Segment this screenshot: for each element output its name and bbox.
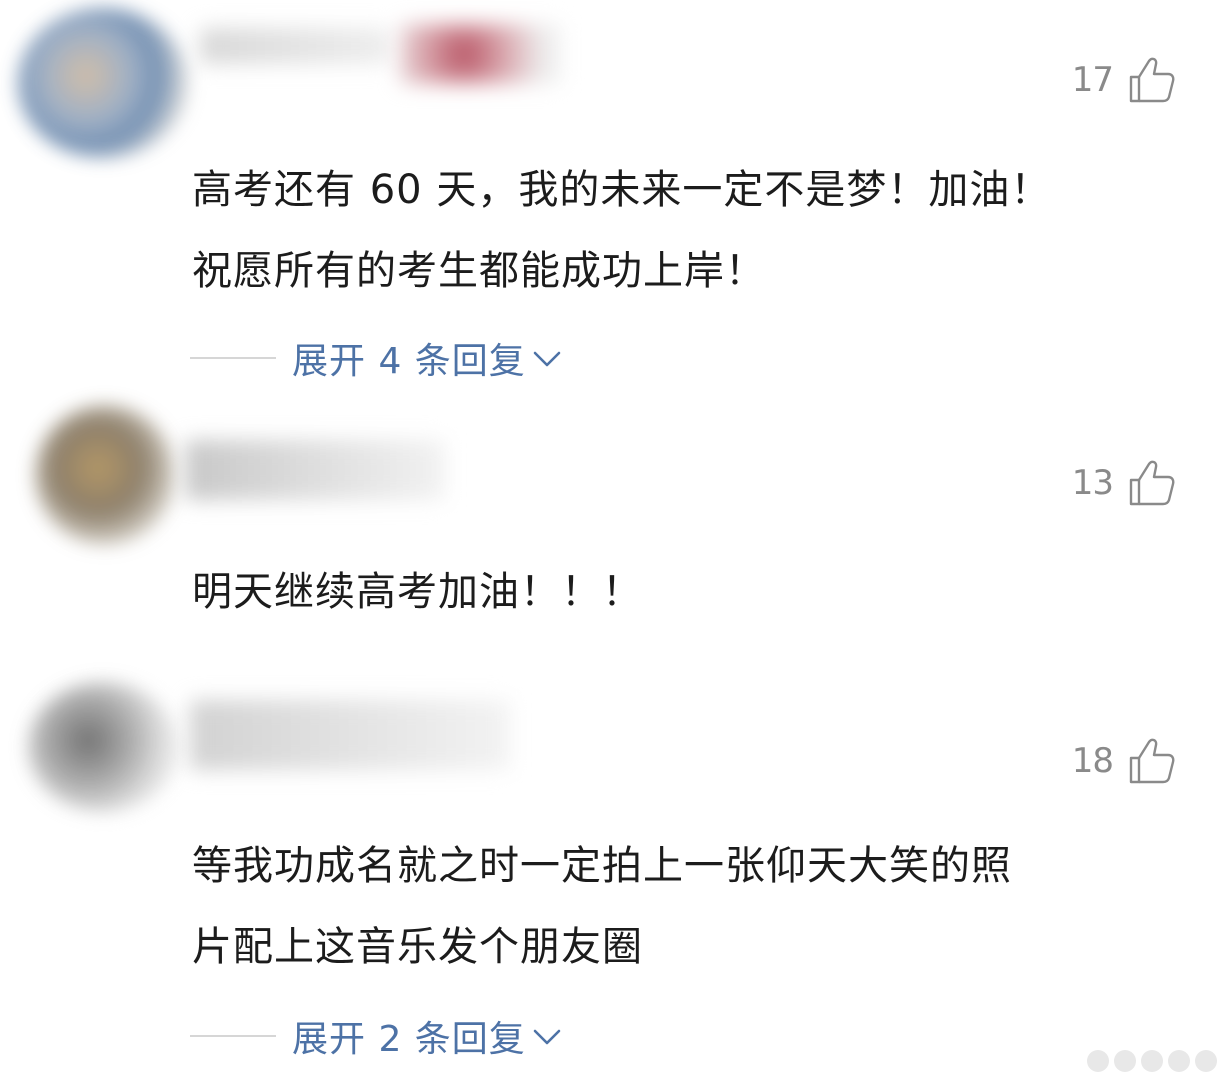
watermark-dot: [1195, 1050, 1217, 1072]
username-blurred[interactable]: [190, 700, 510, 770]
expand-replies-label: 展开 2 条回复: [292, 1019, 526, 1060]
username-badge-blurred: [400, 24, 560, 84]
comment-text-line: 祝愿所有的考生都能成功上岸！: [192, 248, 766, 294]
avatar[interactable]: [35, 405, 175, 545]
like-count: 13: [1071, 463, 1114, 503]
username-blurred[interactable]: [200, 28, 390, 64]
watermark-dot: [1168, 1050, 1190, 1072]
avatar[interactable]: [18, 8, 188, 158]
expand-replies-button[interactable]: 展开 4 条回复: [190, 332, 564, 384]
avatar[interactable]: [28, 682, 178, 812]
expand-replies-label: 展开 4 条回复: [292, 341, 526, 382]
like-count: 18: [1071, 741, 1114, 781]
thumbs-up-icon[interactable]: [1127, 55, 1177, 105]
like-area[interactable]: 17: [1072, 55, 1177, 105]
comment-text-line: 等我功成名就之时一定拍上一张仰天大笑的照: [192, 843, 1012, 889]
like-area[interactable]: 18: [1072, 736, 1177, 786]
thumbs-up-icon[interactable]: [1127, 458, 1177, 508]
divider-line: [190, 357, 276, 359]
chevron-down-icon: [533, 351, 561, 367]
comment-text: 明天继续高考加油！！！: [192, 552, 1169, 633]
expand-replies-button[interactable]: 展开 2 条回复: [190, 1010, 564, 1062]
comment-text-line: 高考还有 60 天，我的未来一定不是梦！加油！: [192, 167, 1052, 213]
thumbs-up-icon[interactable]: [1127, 736, 1177, 786]
comment-text-line: 片配上这音乐发个朋友圈: [192, 924, 643, 970]
watermark-dot: [1114, 1050, 1136, 1072]
like-count: 17: [1071, 60, 1114, 100]
watermark-dot: [1087, 1050, 1109, 1072]
divider-line: [190, 1035, 276, 1037]
comment-text: 等我功成名就之时一定拍上一张仰天大笑的照 片配上这音乐发个朋友圈: [192, 826, 1169, 988]
username-blurred[interactable]: [185, 440, 445, 500]
comment-text-line: 明天继续高考加油！！！: [192, 569, 643, 615]
watermark: [1087, 1050, 1217, 1072]
like-area[interactable]: 13: [1072, 458, 1177, 508]
watermark-dot: [1141, 1050, 1163, 1072]
chevron-down-icon: [533, 1029, 561, 1045]
comment-text: 高考还有 60 天，我的未来一定不是梦！加油！ 祝愿所有的考生都能成功上岸！: [192, 150, 1169, 312]
